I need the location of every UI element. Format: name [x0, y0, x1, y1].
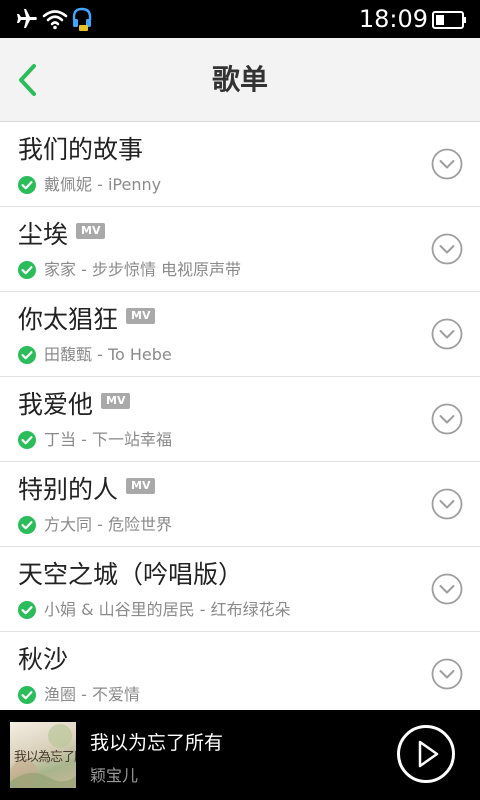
- song-subtitle-line: 方大同 - 危险世界: [18, 513, 172, 537]
- song-title-line: 我们的故事: [18, 132, 143, 168]
- downloaded-check-icon: [18, 176, 36, 194]
- song-subtitle-line: 田馥甄 - To Hebe: [18, 343, 172, 367]
- song-subtitle-line: 渔圈 - 不爱情: [18, 683, 140, 707]
- album-art-text: 我以為忘了所有: [14, 750, 76, 765]
- song-options-button[interactable]: [431, 148, 463, 180]
- song-title: 特别的人: [18, 475, 119, 504]
- song-subtitle: 方大同 - 危险世界: [44, 515, 172, 534]
- song-row[interactable]: 秋沙渔圈 - 不爱情: [0, 632, 480, 710]
- now-playing-bar[interactable]: 我以為忘了所有 我以为忘了所有 颖宝儿: [0, 710, 480, 800]
- downloaded-check-icon: [18, 431, 36, 449]
- song-subtitle-line: 家家 - 步步惊情 电视原声带: [18, 258, 241, 282]
- song-subtitle: 田馥甄 - To Hebe: [44, 345, 172, 364]
- song-options-button[interactable]: [431, 488, 463, 520]
- song-subtitle: 家家 - 步步惊情 电视原声带: [44, 260, 242, 279]
- status-bar: 18:09: [0, 0, 480, 38]
- downloaded-check-icon: [18, 346, 36, 364]
- song-title: 你太猖狂: [18, 305, 119, 334]
- chevron-down-icon: [439, 330, 455, 339]
- song-subtitle-line: 戴佩妮 - iPenny: [18, 173, 161, 197]
- song-row[interactable]: 我们的故事戴佩妮 - iPenny: [0, 122, 480, 207]
- song-options-button[interactable]: [431, 318, 463, 350]
- song-subtitle-line: 小娟 & 山谷里的居民 - 红布绿花朵: [18, 598, 291, 622]
- now-playing-title: 我以为忘了所有: [90, 732, 224, 754]
- play-button[interactable]: [396, 724, 456, 784]
- downloaded-check-icon: [18, 686, 36, 704]
- song-subtitle: 戴佩妮 - iPenny: [44, 175, 162, 194]
- song-row[interactable]: 尘埃 MV 家家 - 步步惊情 电视原声带: [0, 207, 480, 292]
- song-title: 我们的故事: [18, 135, 144, 164]
- song-row[interactable]: 特别的人 MV 方大同 - 危险世界: [0, 462, 480, 547]
- mv-badge[interactable]: MV: [126, 308, 156, 324]
- song-title: 秋沙: [18, 645, 69, 674]
- page-title: 歌单: [211, 63, 268, 96]
- now-playing-artist: 颖宝儿: [90, 766, 139, 785]
- album-art[interactable]: 我以為忘了所有: [10, 722, 76, 788]
- airplane-icon: [17, 9, 37, 28]
- song-subtitle: 渔圈 - 不爱情: [44, 685, 140, 704]
- mv-badge[interactable]: MV: [126, 478, 156, 494]
- song-row[interactable]: 我爱他 MV 丁当 - 下一站幸福: [0, 377, 480, 462]
- song-title-line: 天空之城（吟唱版）: [18, 557, 243, 593]
- song-options-button[interactable]: [431, 573, 463, 605]
- song-list[interactable]: 我们的故事戴佩妮 - iPenny 尘埃 MV 家家 - 步步惊情 电视原声带你太猖狂…: [0, 122, 480, 710]
- song-options-button[interactable]: [431, 658, 463, 690]
- clock: 18:09: [358, 5, 428, 33]
- chevron-down-icon: [439, 500, 455, 509]
- chevron-down-icon: [439, 415, 455, 424]
- downloaded-check-icon: [18, 601, 36, 619]
- song-subtitle: 丁当 - 下一站幸福: [44, 430, 172, 449]
- mv-badge[interactable]: MV: [101, 393, 131, 409]
- song-title-line: 尘埃 MV: [18, 217, 106, 253]
- song-title: 天空之城（吟唱版）: [18, 560, 244, 589]
- song-row[interactable]: 你太猖狂 MV 田馥甄 - To Hebe: [0, 292, 480, 377]
- song-title: 我爱他: [18, 390, 94, 419]
- downloaded-check-icon: [18, 516, 36, 534]
- chevron-down-icon: [439, 585, 455, 594]
- header-bar: 歌单: [0, 38, 480, 122]
- song-title-line: 秋沙: [18, 642, 68, 678]
- song-title: 尘埃: [18, 220, 69, 249]
- song-title-line: 你太猖狂 MV: [18, 302, 156, 338]
- battery-icon: [432, 11, 466, 29]
- chevron-down-icon: [439, 670, 455, 679]
- wifi-icon: [42, 10, 68, 30]
- chevron-down-icon: [439, 160, 455, 169]
- downloaded-check-icon: [18, 261, 36, 279]
- song-subtitle-line: 丁当 - 下一站幸福: [18, 428, 172, 452]
- headset-notification-icon: [72, 7, 92, 31]
- play-icon: [418, 740, 439, 768]
- song-subtitle: 小娟 & 山谷里的居民 - 红布绿花朵: [44, 600, 291, 619]
- song-row[interactable]: 天空之城（吟唱版） 小娟 & 山谷里的居民 - 红布绿花朵: [0, 547, 480, 632]
- song-title-line: 我爱他 MV: [18, 387, 131, 423]
- song-options-button[interactable]: [431, 233, 463, 265]
- song-options-button[interactable]: [431, 403, 463, 435]
- mv-badge[interactable]: MV: [76, 223, 106, 239]
- chevron-down-icon: [439, 245, 455, 254]
- song-title-line: 特别的人 MV: [18, 472, 156, 508]
